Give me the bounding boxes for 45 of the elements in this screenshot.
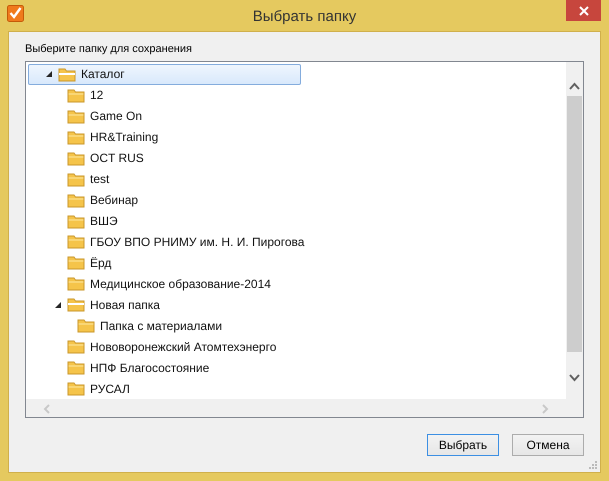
tree-item[interactable]: OCT RUS — [28, 148, 144, 169]
folder-icon — [67, 192, 85, 208]
folder-icon — [67, 234, 85, 250]
folder-icon — [67, 297, 85, 312]
close-icon — [578, 6, 588, 16]
expanded-arrow-icon[interactable] — [54, 300, 62, 309]
expanded-arrow-icon[interactable] — [45, 70, 53, 78]
folder-icon — [67, 130, 85, 145]
tree-item[interactable]: Медицинское образование-2014 — [28, 273, 271, 294]
tree-item[interactable]: Вебинар — [28, 190, 138, 211]
close-button[interactable] — [566, 0, 601, 21]
folder-icon — [58, 66, 76, 82]
folder-icon — [67, 88, 85, 103]
folder-icon — [67, 108, 85, 124]
scrollbar-thumb[interactable] — [567, 96, 582, 352]
tree-item[interactable]: Новая папка — [28, 294, 160, 316]
cancel-button[interactable]: Отмена — [512, 434, 584, 456]
scroll-up-icon[interactable] — [569, 82, 580, 90]
folder-icon — [67, 276, 85, 292]
folder-icon — [67, 150, 85, 166]
scroll-down-icon[interactable] — [569, 374, 580, 382]
folder-icon — [67, 381, 85, 396]
tree-item[interactable]: HR&Training — [28, 126, 158, 148]
tree-item[interactable]: Game On — [28, 106, 142, 127]
folder-icon — [67, 339, 85, 354]
tree-item[interactable]: Ёрд — [28, 252, 112, 274]
prompt-text: Выберите папку для сохранения — [25, 43, 193, 55]
folder-icon — [67, 214, 85, 229]
tree-item[interactable]: РУСАЛ — [28, 378, 130, 399]
folder-icon — [67, 360, 85, 376]
folder-icon — [77, 318, 95, 334]
tree-item[interactable]: 12 — [28, 84, 104, 106]
tree-item[interactable]: НПФ Благосостояние — [28, 357, 210, 378]
tree-item[interactable]: Каталог — [28, 64, 301, 85]
tree-item[interactable]: Папка с материалами — [28, 315, 222, 336]
app-logo-icon — [7, 5, 24, 22]
folder-icon — [67, 255, 85, 270]
select-button[interactable]: Выбрать — [427, 434, 499, 456]
resize-grip-icon[interactable] — [589, 461, 598, 470]
tree-item[interactable]: ВШЭ — [28, 210, 118, 232]
folder-icon — [67, 172, 85, 187]
tree-item[interactable]: test — [28, 168, 110, 190]
tree-item[interactable]: ГБОУ ВПО РНИМУ им. Н. И. Пирогова — [28, 232, 304, 252]
window-title: Выбрать папку — [252, 7, 358, 25]
tree-item[interactable]: Нововоронежский Атомтехэнерго — [28, 336, 276, 358]
